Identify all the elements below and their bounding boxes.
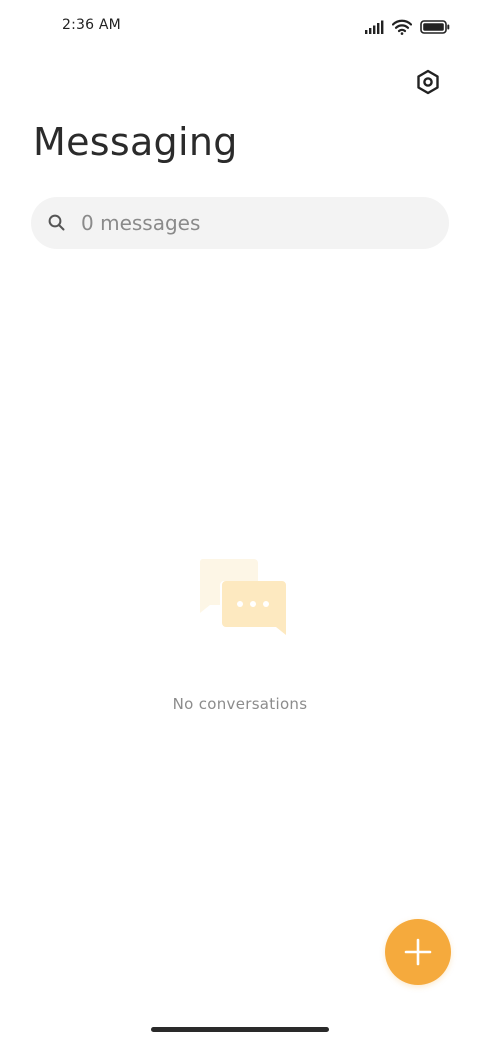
home-indicator[interactable]: [151, 1027, 329, 1032]
cellular-signal-icon: [365, 20, 384, 34]
new-conversation-button[interactable]: [385, 919, 451, 985]
plus-icon: [404, 938, 432, 966]
status-icons: [364, 17, 450, 37]
chat-bubbles-icon: [199, 559, 286, 635]
settings-button[interactable]: [410, 64, 446, 100]
status-bar: 2:36 AM: [0, 0, 480, 52]
gear-icon: [417, 69, 439, 95]
empty-state: No conversations: [0, 555, 480, 713]
status-time: 2:36 AM: [62, 17, 121, 33]
wifi-icon: [392, 19, 412, 35]
search-input[interactable]: 0 messages: [81, 211, 200, 235]
page-title: Messaging: [33, 120, 238, 164]
search-bar[interactable]: 0 messages: [31, 197, 449, 249]
search-icon: [47, 213, 67, 233]
empty-state-message: No conversations: [172, 695, 308, 713]
battery-icon: [420, 20, 450, 34]
